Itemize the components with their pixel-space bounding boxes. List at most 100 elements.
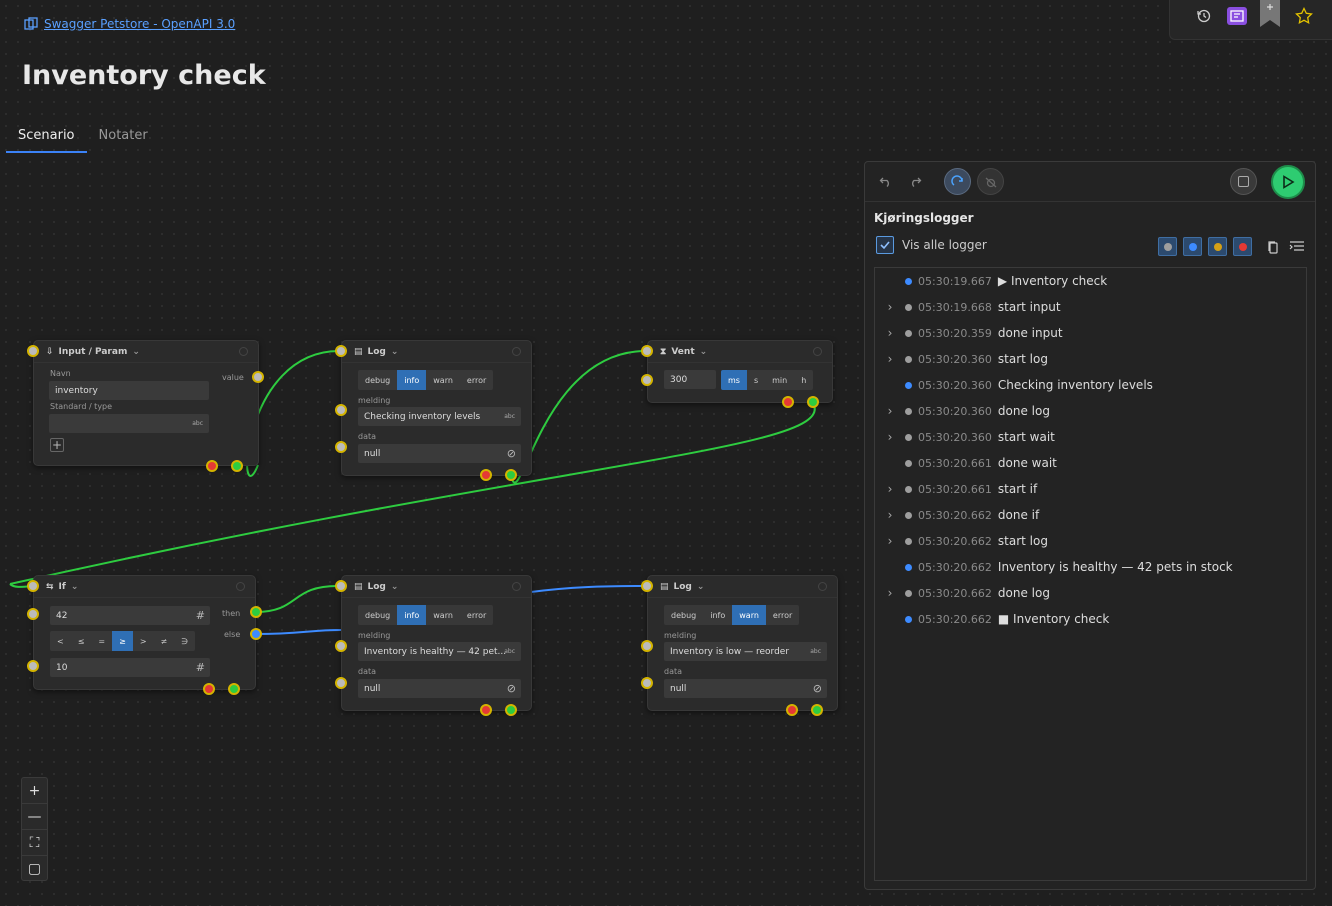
log-row[interactable]: › 05:30:20.360 start wait	[875, 424, 1306, 450]
if-left-operand[interactable]: 42 #	[50, 606, 210, 625]
log-row[interactable]: › 05:30:20.661 start if	[875, 476, 1306, 502]
chevron-down-icon[interactable]: ⌄	[132, 347, 140, 357]
level-warn[interactable]: warn	[732, 605, 766, 625]
log-node-3-header[interactable]: ▤ Log ⌄	[648, 576, 837, 598]
minimap-button[interactable]: ▢	[22, 856, 47, 882]
chevron-right-icon[interactable]: ›	[875, 352, 905, 366]
chevron-right-icon[interactable]: ›	[875, 508, 905, 522]
log-node-2-header[interactable]: ▤ Log ⌄	[342, 576, 531, 598]
chevron-right-icon[interactable]: ›	[875, 534, 905, 548]
log2-data-input[interactable]: null ⊘	[358, 679, 521, 698]
op-contains[interactable]: ∋	[174, 631, 195, 651]
chevron-right-icon[interactable]: ›	[875, 586, 905, 600]
filter-info[interactable]	[1183, 237, 1202, 256]
input-value-port[interactable]	[252, 371, 264, 383]
input-param-node[interactable]: ⇩ Input / Param ⌄ Navn inventory Standar…	[33, 340, 259, 466]
input-node-in-port[interactable]	[27, 345, 39, 357]
log-node-3[interactable]: ▤ Log ⌄ debug info warn error melding In…	[647, 575, 838, 711]
level-error[interactable]: error	[766, 605, 799, 625]
wait-in-port[interactable]	[641, 345, 653, 357]
log-row[interactable]: › 05:30:20.662 start log	[875, 528, 1306, 554]
op-lt[interactable]: <	[50, 631, 71, 651]
chevron-down-icon[interactable]: ⌄	[700, 347, 708, 357]
op-ne[interactable]: ≠	[154, 631, 175, 651]
op-ge[interactable]: ≥	[112, 631, 133, 651]
wait-node[interactable]: ⧗ Vent ⌄ 300 ms s min h	[647, 340, 833, 403]
log-row[interactable]: › 05:30:20.359 done input	[875, 320, 1306, 346]
log-row[interactable]: › 05:30:20.360 start log	[875, 346, 1306, 372]
log1-error-port[interactable]	[480, 469, 492, 481]
null-icon[interactable]: ⊘	[813, 682, 822, 695]
log-row[interactable]: › 05:30:20.662 done log	[875, 580, 1306, 606]
level-info[interactable]: info	[397, 605, 427, 625]
log-node-1[interactable]: ▤ Log ⌄ debug info warn error melding Ch…	[341, 340, 532, 476]
step-mode-button[interactable]	[944, 168, 971, 195]
input-param-node-header[interactable]: ⇩ Input / Param ⌄	[34, 341, 258, 363]
log3-in-port[interactable]	[641, 580, 653, 592]
run-button[interactable]	[1271, 165, 1305, 199]
log2-in-port[interactable]	[335, 580, 347, 592]
wait-duration-port[interactable]	[641, 374, 653, 386]
log1-in-port[interactable]	[335, 345, 347, 357]
wait-error-port[interactable]	[782, 396, 794, 408]
unit-h[interactable]: h	[794, 370, 813, 390]
if-node-header[interactable]: ⇆ If ⌄	[34, 576, 255, 598]
chevron-right-icon[interactable]: ›	[875, 300, 905, 314]
log-row[interactable]: › 05:30:19.668 start input	[875, 294, 1306, 320]
if-error-port[interactable]	[203, 683, 215, 695]
unit-ms[interactable]: ms	[721, 370, 747, 390]
log2-data-port[interactable]	[335, 677, 347, 689]
if-else-port[interactable]	[250, 628, 262, 640]
redo-icon[interactable]	[906, 172, 924, 190]
op-gt[interactable]: >	[133, 631, 154, 651]
wait-duration-input[interactable]: 300	[664, 370, 716, 389]
if-then-port[interactable]	[250, 606, 262, 618]
op-le[interactable]: ≤	[71, 631, 92, 651]
fit-view-button[interactable]: ⛶	[22, 830, 47, 856]
op-eq[interactable]: =	[91, 631, 112, 651]
log1-melding-input[interactable]: Checking inventory levels abc	[358, 407, 521, 426]
add-param-button[interactable]: +	[50, 438, 64, 452]
if-left-port[interactable]	[27, 608, 39, 620]
chevron-right-icon[interactable]: ›	[875, 404, 905, 418]
stop-button[interactable]	[1230, 168, 1257, 195]
chevron-down-icon[interactable]: ⌄	[391, 582, 399, 592]
null-icon[interactable]: ⊘	[507, 682, 516, 695]
debug-button[interactable]	[977, 168, 1004, 195]
log2-melding-input[interactable]: Inventory is healthy — 42 pet... abc	[358, 642, 521, 661]
filter-debug[interactable]	[1158, 237, 1177, 256]
input-next-port[interactable]	[231, 460, 243, 472]
log3-melding-input[interactable]: Inventory is low — reorder abc	[664, 642, 827, 661]
show-all-checkbox[interactable]	[876, 236, 894, 254]
unit-s[interactable]: s	[747, 370, 765, 390]
if-next-port[interactable]	[228, 683, 240, 695]
chevron-right-icon[interactable]: ›	[875, 326, 905, 340]
log2-melding-port[interactable]	[335, 640, 347, 652]
log3-data-port[interactable]	[641, 677, 653, 689]
log1-data-input[interactable]: null ⊘	[358, 444, 521, 463]
log1-melding-port[interactable]	[335, 404, 347, 416]
log3-error-port[interactable]	[786, 704, 798, 716]
filter-warn[interactable]	[1208, 237, 1227, 256]
if-right-port[interactable]	[27, 660, 39, 672]
log-row[interactable]: › 05:30:20.662 done if	[875, 502, 1306, 528]
clear-logs-icon[interactable]	[1287, 237, 1307, 256]
log3-data-input[interactable]: null ⊘	[664, 679, 827, 698]
log3-next-port[interactable]	[811, 704, 823, 716]
input-error-port[interactable]	[206, 460, 218, 472]
wait-node-header[interactable]: ⧗ Vent ⌄	[648, 341, 832, 363]
level-warn[interactable]: warn	[426, 605, 460, 625]
if-right-operand[interactable]: 10 #	[50, 658, 210, 677]
level-debug[interactable]: debug	[664, 605, 703, 625]
chevron-right-icon[interactable]: ›	[875, 430, 905, 444]
level-error[interactable]: error	[460, 370, 493, 390]
default-value-input[interactable]: abc	[49, 414, 209, 433]
log-node-1-header[interactable]: ▤ Log ⌄	[342, 341, 531, 363]
log1-data-port[interactable]	[335, 441, 347, 453]
copy-logs-icon[interactable]	[1264, 237, 1282, 256]
level-info[interactable]: info	[397, 370, 427, 390]
wait-next-port[interactable]	[807, 396, 819, 408]
chevron-down-icon[interactable]: ⌄	[71, 582, 79, 592]
zoom-out-button[interactable]: —	[22, 804, 47, 830]
chevron-down-icon[interactable]: ⌄	[391, 347, 399, 357]
